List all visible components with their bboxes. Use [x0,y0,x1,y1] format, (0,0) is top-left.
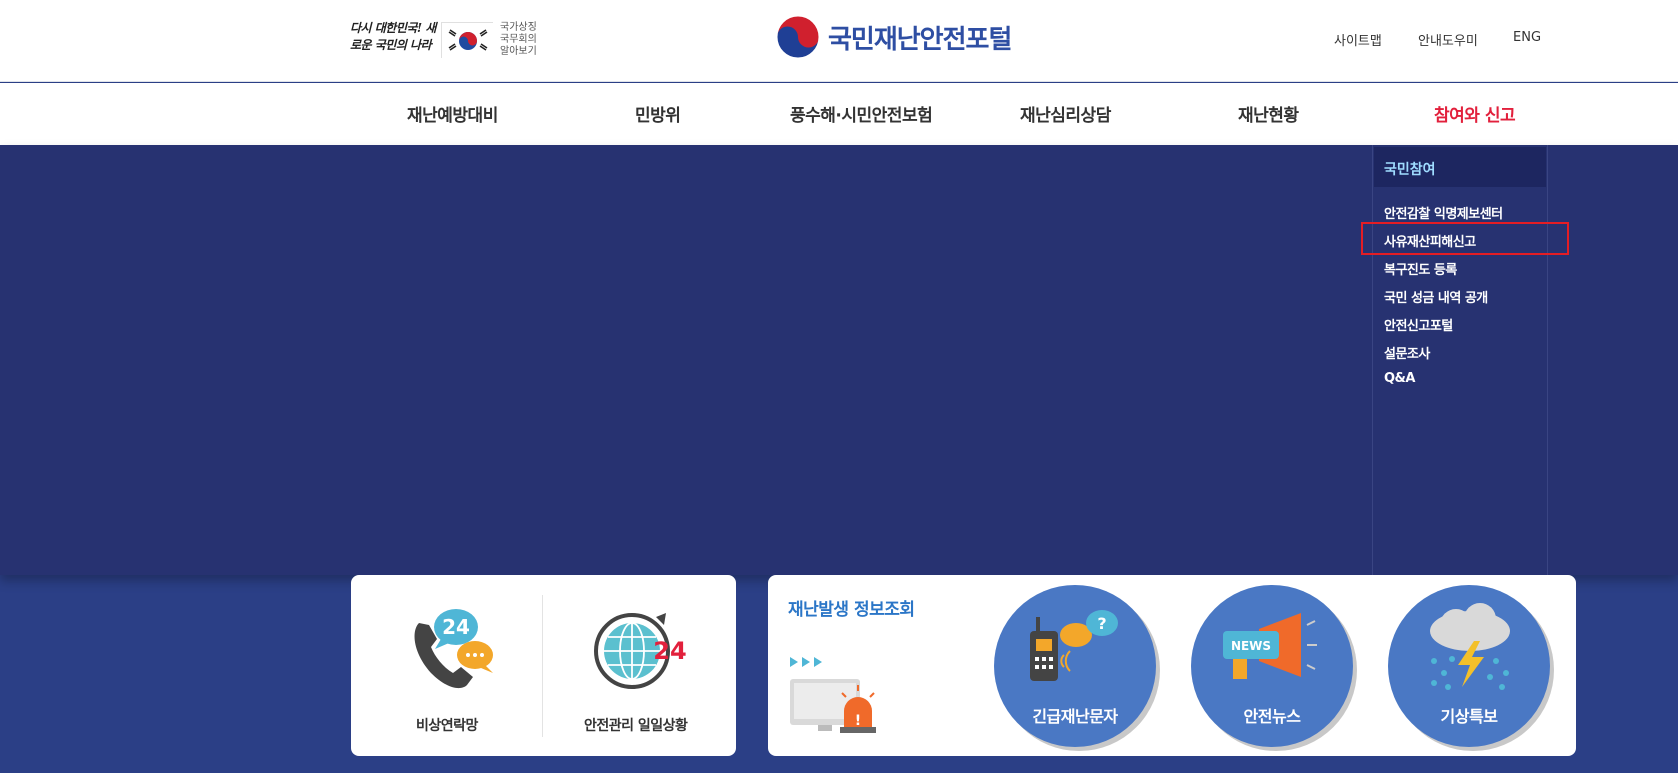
card-divider [542,595,543,737]
svg-text:24: 24 [442,615,470,639]
submenu-item-donation-disclosure[interactable]: 국민 성금 내역 공개 [1384,287,1488,306]
disaster-info-card: 재난발생 정보조회 ! ? 긴급재난문자 NEWS 안전뉴스 기상특보 [768,575,1576,756]
emergency-phone-icon[interactable]: 24 [401,603,501,697]
quick-links-card: 24 비상연락망 24 안전관리 일일상황 [351,575,736,756]
storm-cloud-icon [1420,603,1520,697]
sitemap-link[interactable]: 사이트맵 [1334,30,1382,49]
state-symbols-line3: 알아보기 [500,46,537,57]
safety-news-label: 안전뉴스 [1243,707,1301,726]
safety-news-button[interactable]: NEWS 안전뉴스 [1191,585,1353,747]
submenu-item-safety-report-portal[interactable]: 안전신고포털 [1384,315,1453,334]
emergency-contacts-label[interactable]: 비상연락망 [416,715,478,735]
mega-menu-dropdown: 국민참여 안전감찰 익명제보센터 사유재산피해신고 복구진도 등록 국민 성금 … [0,145,1678,575]
walkie-talkie-icon: ? [1026,609,1126,693]
submenu-item-anonymous-report[interactable]: 안전감찰 익명제보센터 [1384,203,1503,222]
weather-warning-button[interactable]: 기상특보 [1388,585,1550,747]
disaster-info-title: 재난발생 정보조회 [788,600,915,620]
state-symbols-line2: 국무회의 [500,34,537,45]
main-nav: 재난예방대비 민방위 풍수해·시민안전보험 재난심리상담 재난현황 참여와 신고 [0,83,1678,145]
slogan-text: 다시 대한민국! 새로운 국민의 나라 [350,21,436,52]
megaphone-news-icon: NEWS [1219,611,1323,695]
svg-text:?: ? [1097,614,1106,633]
submenu-item-recovery-progress[interactable]: 복구진도 등록 [1384,259,1457,278]
globe-24-icon[interactable]: 24 [586,603,691,702]
nav-item-disaster-status[interactable]: 재난현황 [1238,101,1299,126]
state-symbols-link[interactable]: 국가상징 국무회의 알아보기 [500,22,548,58]
taegukgi-flag-icon[interactable] [441,22,494,59]
emergency-alert-label: 긴급재난문자 [1032,707,1118,726]
submenu-item-qna[interactable]: Q&A [1384,371,1415,386]
svg-text:NEWS: NEWS [1231,639,1271,653]
nav-item-civil-defense[interactable]: 민방위 [635,101,681,126]
logo-text: 국민재난안전포털 [828,24,1012,55]
nav-item-participation-report[interactable]: 참여와 신고 [1434,101,1516,126]
svg-text:24: 24 [653,637,686,665]
nav-item-insurance[interactable]: 풍수해·시민안전보험 [790,101,933,126]
state-symbols-line1: 국가상징 [500,22,537,33]
nav-item-disaster-prevention[interactable]: 재난예방대비 [407,101,498,126]
taegeuk-emblem-icon [776,15,820,59]
nav-item-psychological-counseling[interactable]: 재난심리상담 [1020,101,1111,126]
svg-text:!: ! [855,713,861,729]
site-logo[interactable]: 국민재난안전포털 [776,15,1012,59]
highlight-box [1361,222,1569,255]
site-header: 다시 대한민국! 새로운 국민의 나라 국가상징 국무회의 알아보기 국민재난안… [0,0,1678,82]
slogan-logo[interactable]: 다시 대한민국! 새로운 국민의 나라 [350,20,436,58]
weather-warning-label: 기상특보 [1440,707,1498,726]
alert-monitor-icon: ! [788,655,888,739]
english-link[interactable]: ENG [1513,30,1541,45]
daily-safety-status-label[interactable]: 안전관리 일일상황 [584,715,688,735]
guide-helper-link[interactable]: 안내도우미 [1418,30,1478,49]
submenu-heading[interactable]: 국민참여 [1374,147,1546,187]
submenu-item-survey[interactable]: 설문조사 [1384,343,1430,362]
emergency-alert-button[interactable]: ? 긴급재난문자 [994,585,1156,747]
